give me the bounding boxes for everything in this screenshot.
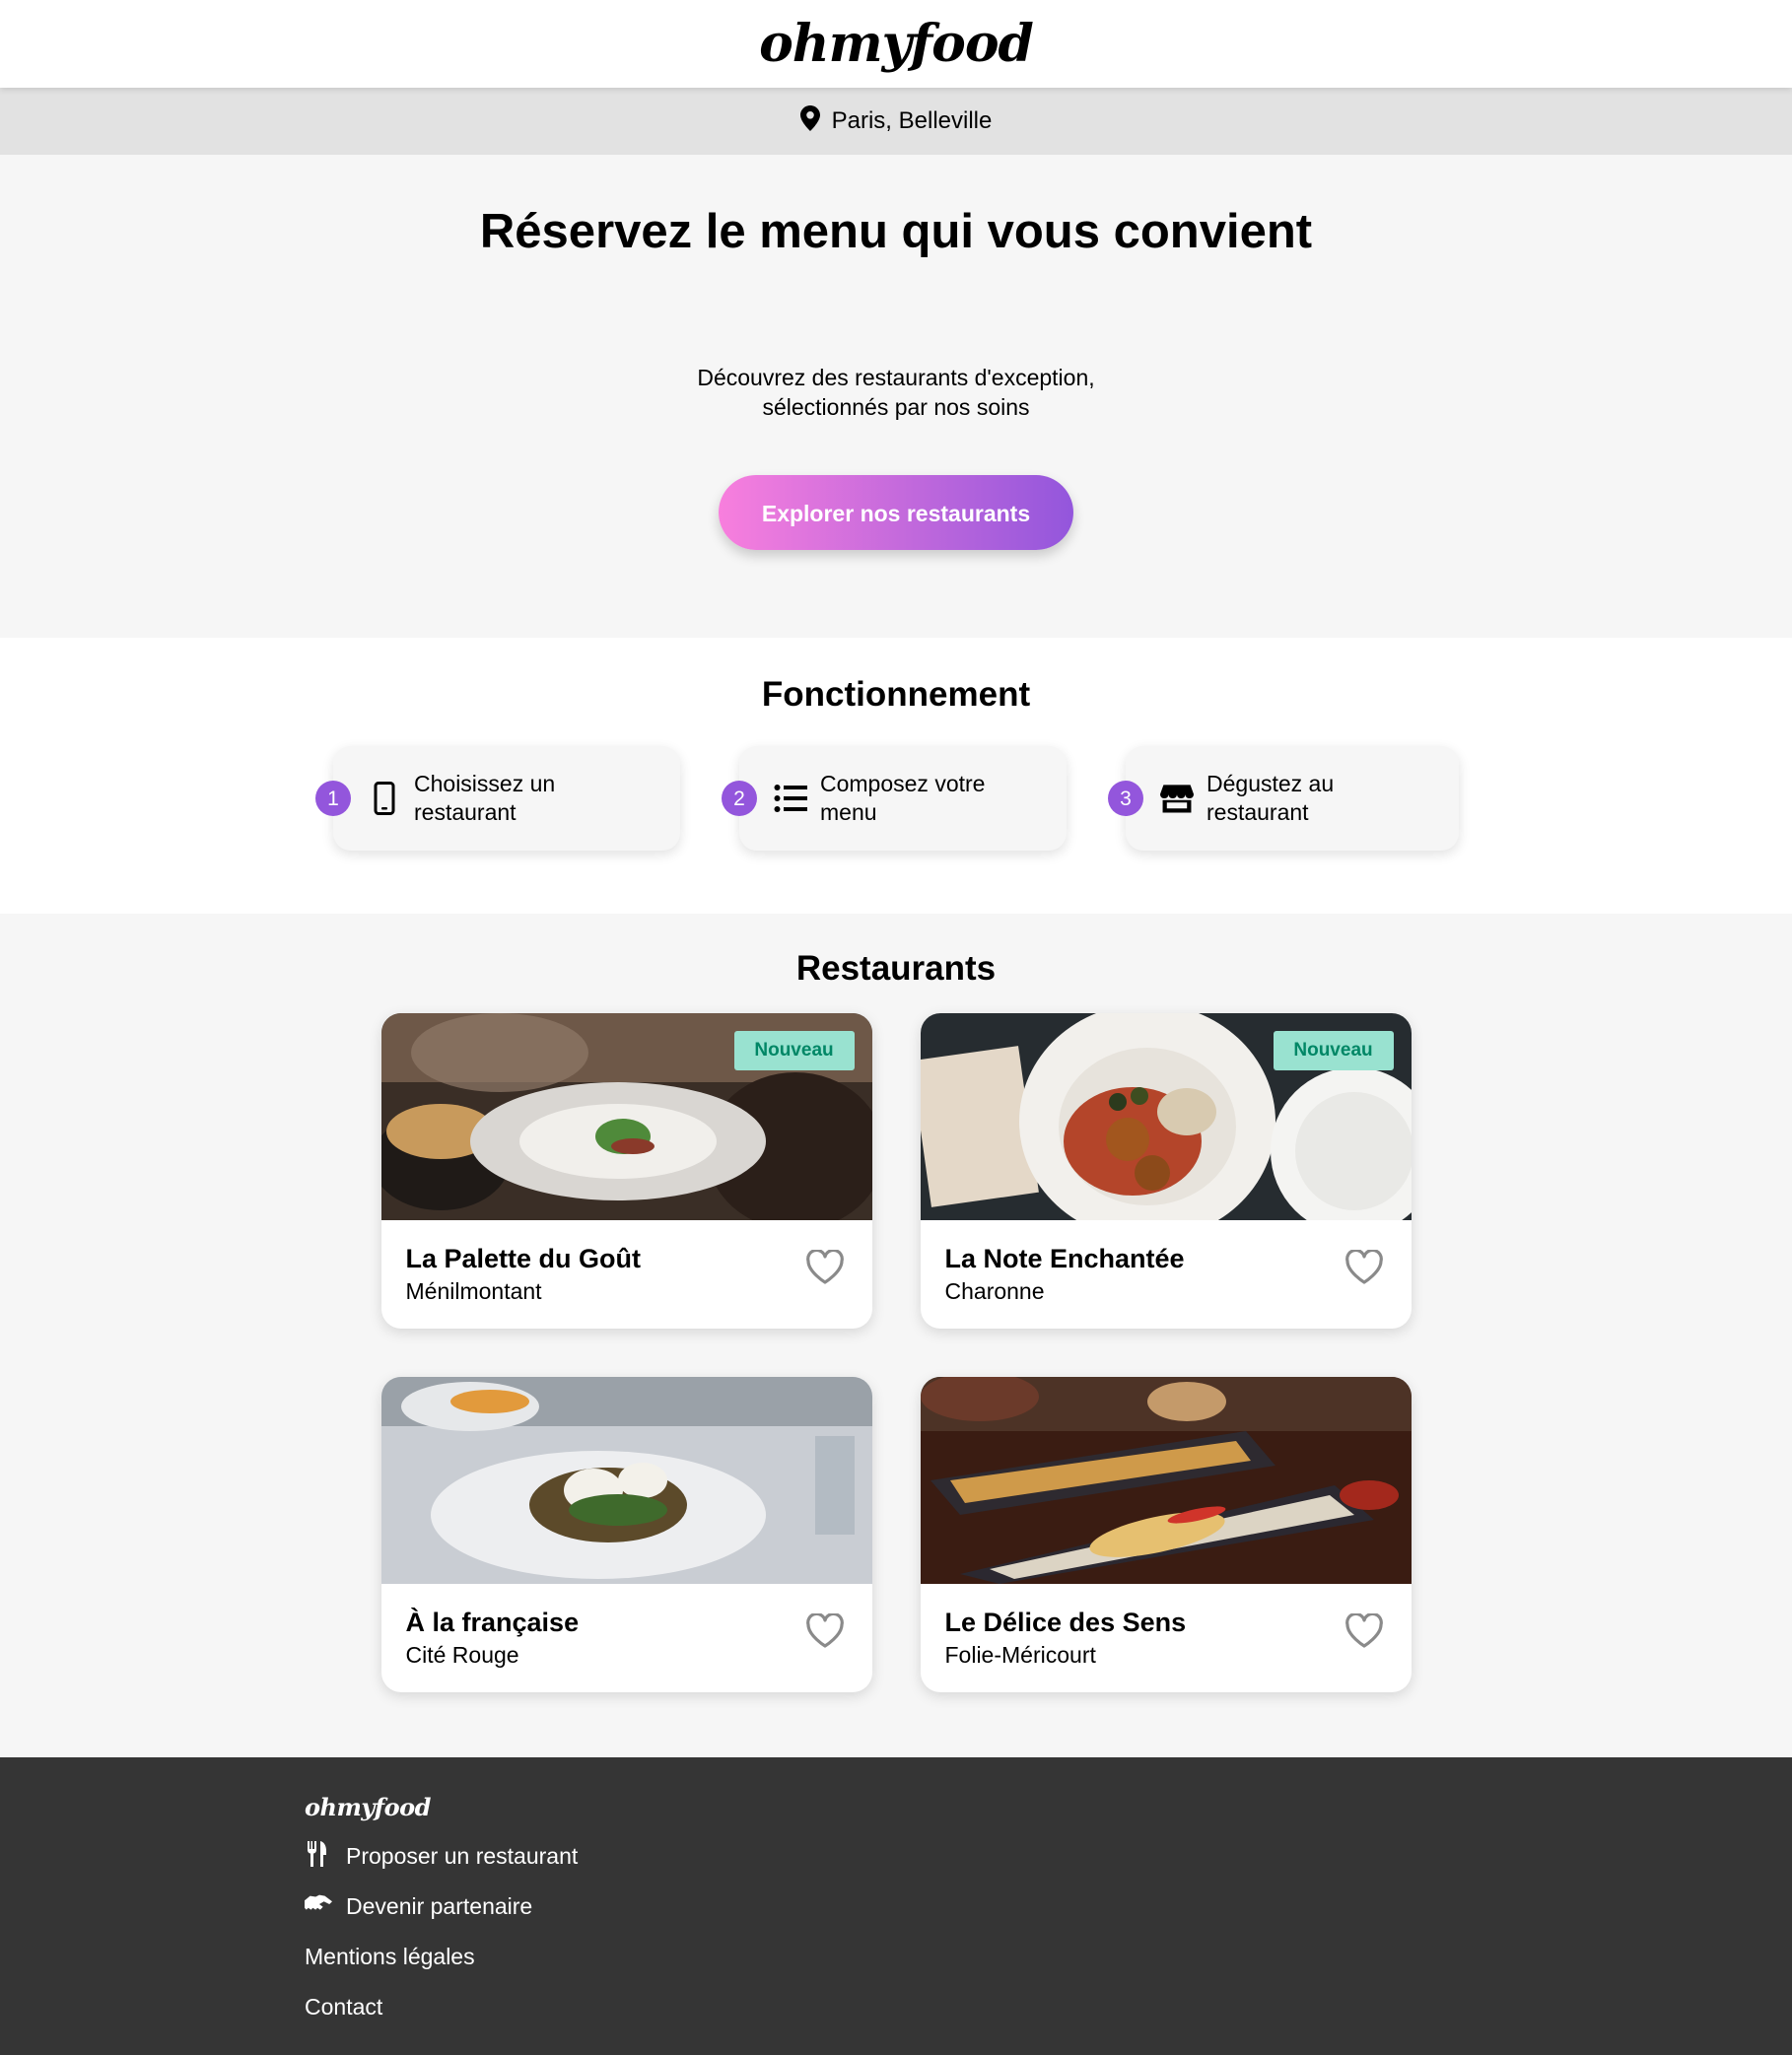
restaurant-area: Cité Rouge: [405, 1642, 519, 1668]
restaurant-name: Le Délice des Sens: [944, 1608, 1187, 1637]
restaurant-card[interactable]: À la française Cité Rouge: [380, 1377, 872, 1692]
step-1: 1 Choisissez un restaurant: [315, 746, 680, 851]
mobile-phone-icon: [367, 781, 402, 816]
handshake-icon: [304, 1891, 332, 1923]
map-pin-icon: [799, 104, 820, 138]
footer-logo: ohmyfood: [305, 1793, 431, 1821]
restaurant-area: Ménilmontant: [405, 1278, 542, 1304]
hero-subtitle-line-2: sélectionnés par nos soins: [762, 394, 1030, 420]
hero-subtitle: Découvrez des restaurants d'exception, s…: [0, 363, 1792, 422]
restaurant-name: À la française: [405, 1608, 580, 1637]
logo[interactable]: ohmyfood: [759, 14, 1034, 74]
restaurant-area: Folie-Méricourt: [944, 1642, 1096, 1668]
site-header: ohmyfood: [0, 0, 1792, 88]
step-label-line-2: restaurant: [1206, 799, 1309, 825]
step-label: Choisissez un restaurant: [414, 770, 555, 827]
site-footer: ohmyfood Proposer un restaurant Devenir …: [0, 1757, 1792, 2055]
step-label: Dégustez au restaurant: [1206, 770, 1334, 827]
step-label-line-1: Composez votre: [820, 771, 986, 796]
how-it-works-section: Fonctionnement 1 Choisissez un restauran…: [0, 638, 1792, 914]
restaurant-photo: [380, 1377, 872, 1584]
restaurants-section: Restaurants Nouveau La Palette du Goût M…: [0, 914, 1792, 1757]
hero-section: Réservez le menu qui vous convient Décou…: [0, 155, 1792, 638]
new-badge: Nouveau: [733, 1031, 855, 1070]
explore-restaurants-button[interactable]: Explorer nos restaurants: [719, 475, 1073, 550]
restaurant-photo: Nouveau: [380, 1013, 872, 1230]
step-label-line-1: Choisissez un: [414, 771, 556, 796]
step-3: 3 Dégustez au restaurant: [1108, 746, 1459, 851]
restaurants-title: Restaurants: [795, 949, 997, 988]
restaurants-grid: Nouveau La Palette du Goût Ménilmontant: [380, 1013, 1412, 1693]
step-label: Composez votre menu: [820, 770, 985, 827]
restaurant-card[interactable]: Nouveau La Palette du Goût Ménilmontant: [380, 1013, 872, 1329]
footer-link-propose-restaurant[interactable]: Proposer un restaurant: [305, 1831, 1792, 1882]
footer-link-legal-notice[interactable]: Mentions légales: [305, 1932, 1792, 1982]
footer-link-become-partner[interactable]: Devenir partenaire: [304, 1882, 1792, 1932]
step-label-line-1: Dégustez au: [1206, 771, 1335, 796]
restaurant-name: La Note Enchantée: [944, 1244, 1185, 1273]
step-number: 2: [722, 781, 757, 816]
restaurant-name: La Palette du Goût: [405, 1244, 642, 1273]
hero-title: Réservez le menu qui vous convient: [479, 205, 1313, 258]
footer-link-label: Proposer un restaurant: [346, 1843, 579, 1869]
location-text: Paris, Belleville: [831, 107, 993, 134]
heart-icon[interactable]: [1344, 1611, 1384, 1649]
restaurant-card[interactable]: Le Délice des Sens Folie-Méricourt: [920, 1377, 1412, 1692]
step-number: 3: [1108, 781, 1143, 816]
new-badge: Nouveau: [1273, 1031, 1394, 1070]
step-label-line-2: restaurant: [414, 799, 517, 825]
restaurant-photo: Nouveau: [920, 1013, 1412, 1240]
step-number: 1: [315, 781, 351, 816]
footer-link-label: Devenir partenaire: [346, 1893, 533, 1919]
steps-list: 1 Choisissez un restaurant 2 Composez vo…: [0, 746, 1792, 851]
restaurant-photo: [920, 1377, 1412, 1584]
heart-icon[interactable]: [1344, 1248, 1384, 1285]
step-2: 2 Composez votre menu: [722, 746, 1067, 851]
store-icon: [1159, 781, 1195, 816]
footer-link-contact[interactable]: Contact: [305, 1982, 1792, 2032]
heart-icon[interactable]: [805, 1611, 845, 1649]
step-label-line-2: menu: [820, 799, 877, 825]
heart-icon[interactable]: [805, 1248, 845, 1285]
how-title: Fonctionnement: [761, 675, 1031, 714]
restaurant-area: Charonne: [944, 1278, 1045, 1304]
hero-subtitle-line-1: Découvrez des restaurants d'exception,: [697, 365, 1095, 390]
restaurant-card[interactable]: Nouveau La Note Enchantée Charonne: [920, 1013, 1412, 1329]
utensils-icon: [305, 1840, 332, 1873]
list-icon: [773, 781, 808, 816]
location-bar[interactable]: Paris, Belleville: [0, 88, 1792, 155]
